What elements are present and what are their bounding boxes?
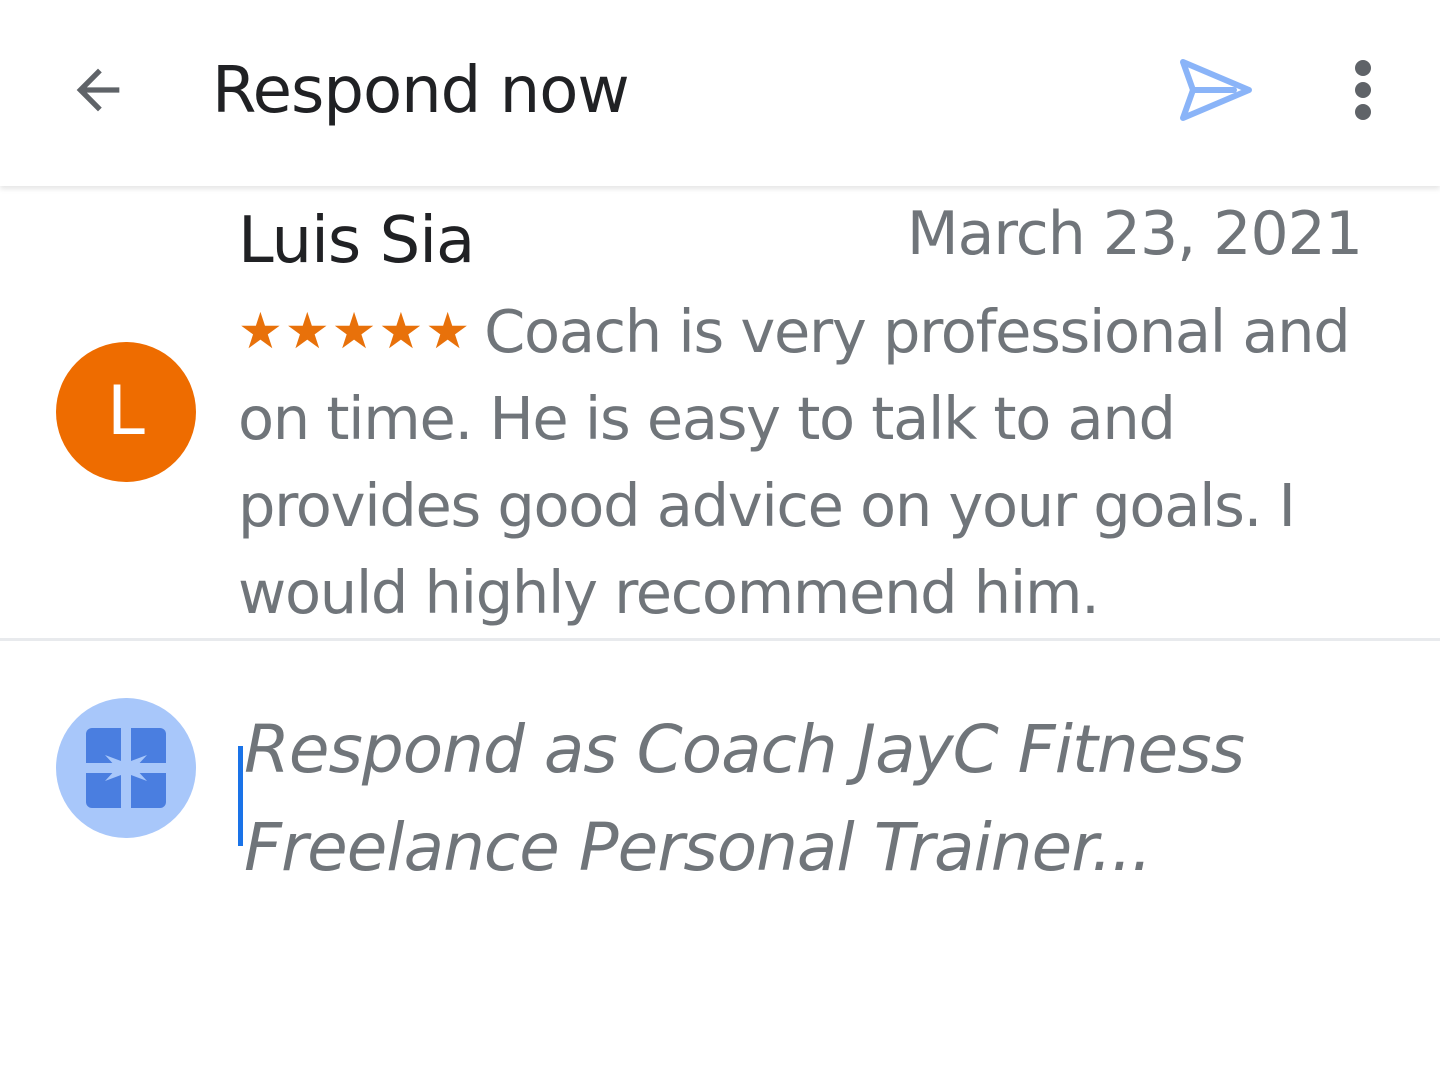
send-icon [1180,59,1252,121]
more-vert-icon [1355,60,1371,120]
app-bar: Respond now [0,0,1440,186]
respond-now-screen: Respond now L Luis Sia March 23, 2021 ★★… [0,0,1440,1087]
star-rating: ★★★★★ [238,302,473,360]
page-title: Respond now [212,54,630,128]
text-caret [238,746,243,846]
review-body: ★★★★★ Coach is very professional and on t… [238,288,1378,636]
arrow-back-icon [76,68,120,112]
reviewer-avatar: L [56,342,196,482]
back-button[interactable] [48,40,148,140]
review-date: March 23, 2021 [906,199,1363,269]
business-avatar [56,698,196,838]
more-options-button[interactable] [1318,44,1408,136]
reply-section [0,641,1440,1087]
reviewer-name: Luis Sia [238,204,475,278]
reply-input[interactable] [244,701,1364,921]
business-profile-icon [86,728,166,808]
review-card: L Luis Sia March 23, 2021 ★★★★★ Coach is … [0,188,1440,638]
send-button[interactable] [1166,44,1266,136]
